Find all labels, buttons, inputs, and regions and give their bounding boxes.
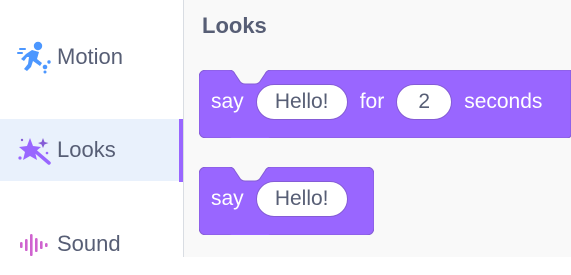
block-content: say Hello! for 2 seconds <box>211 82 542 122</box>
message-input[interactable]: Hello! <box>255 181 348 217</box>
seconds-input[interactable]: 2 <box>396 84 453 120</box>
category-looks[interactable]: Looks <box>0 119 180 181</box>
section-title-looks: Looks <box>202 13 267 38</box>
category-motion[interactable]: Motion <box>0 26 180 88</box>
category-label-sound: Sound <box>57 231 121 256</box>
block-text-say: say <box>211 187 244 210</box>
category-label-motion: Motion <box>57 44 124 69</box>
block-text-seconds: seconds <box>464 90 543 113</box>
sound-icon <box>15 227 53 261</box>
block-content: say Hello! <box>211 179 348 219</box>
looks-icon <box>15 133 53 167</box>
block-text-say: say <box>211 90 244 113</box>
block-text-for: for <box>359 90 385 113</box>
category-sidebar: Motion Looks Sound <box>0 0 183 257</box>
category-sound[interactable]: Sound <box>0 213 180 275</box>
category-label-looks: Looks <box>57 137 116 162</box>
block-palette: Looks say Hello! for 2 seconds say Hello… <box>184 0 571 257</box>
message-input[interactable]: Hello! <box>255 84 348 120</box>
say-for-seconds-block[interactable]: say Hello! for 2 seconds <box>199 70 571 138</box>
say-block[interactable]: say Hello! <box>199 167 374 235</box>
motion-icon <box>15 40 53 74</box>
